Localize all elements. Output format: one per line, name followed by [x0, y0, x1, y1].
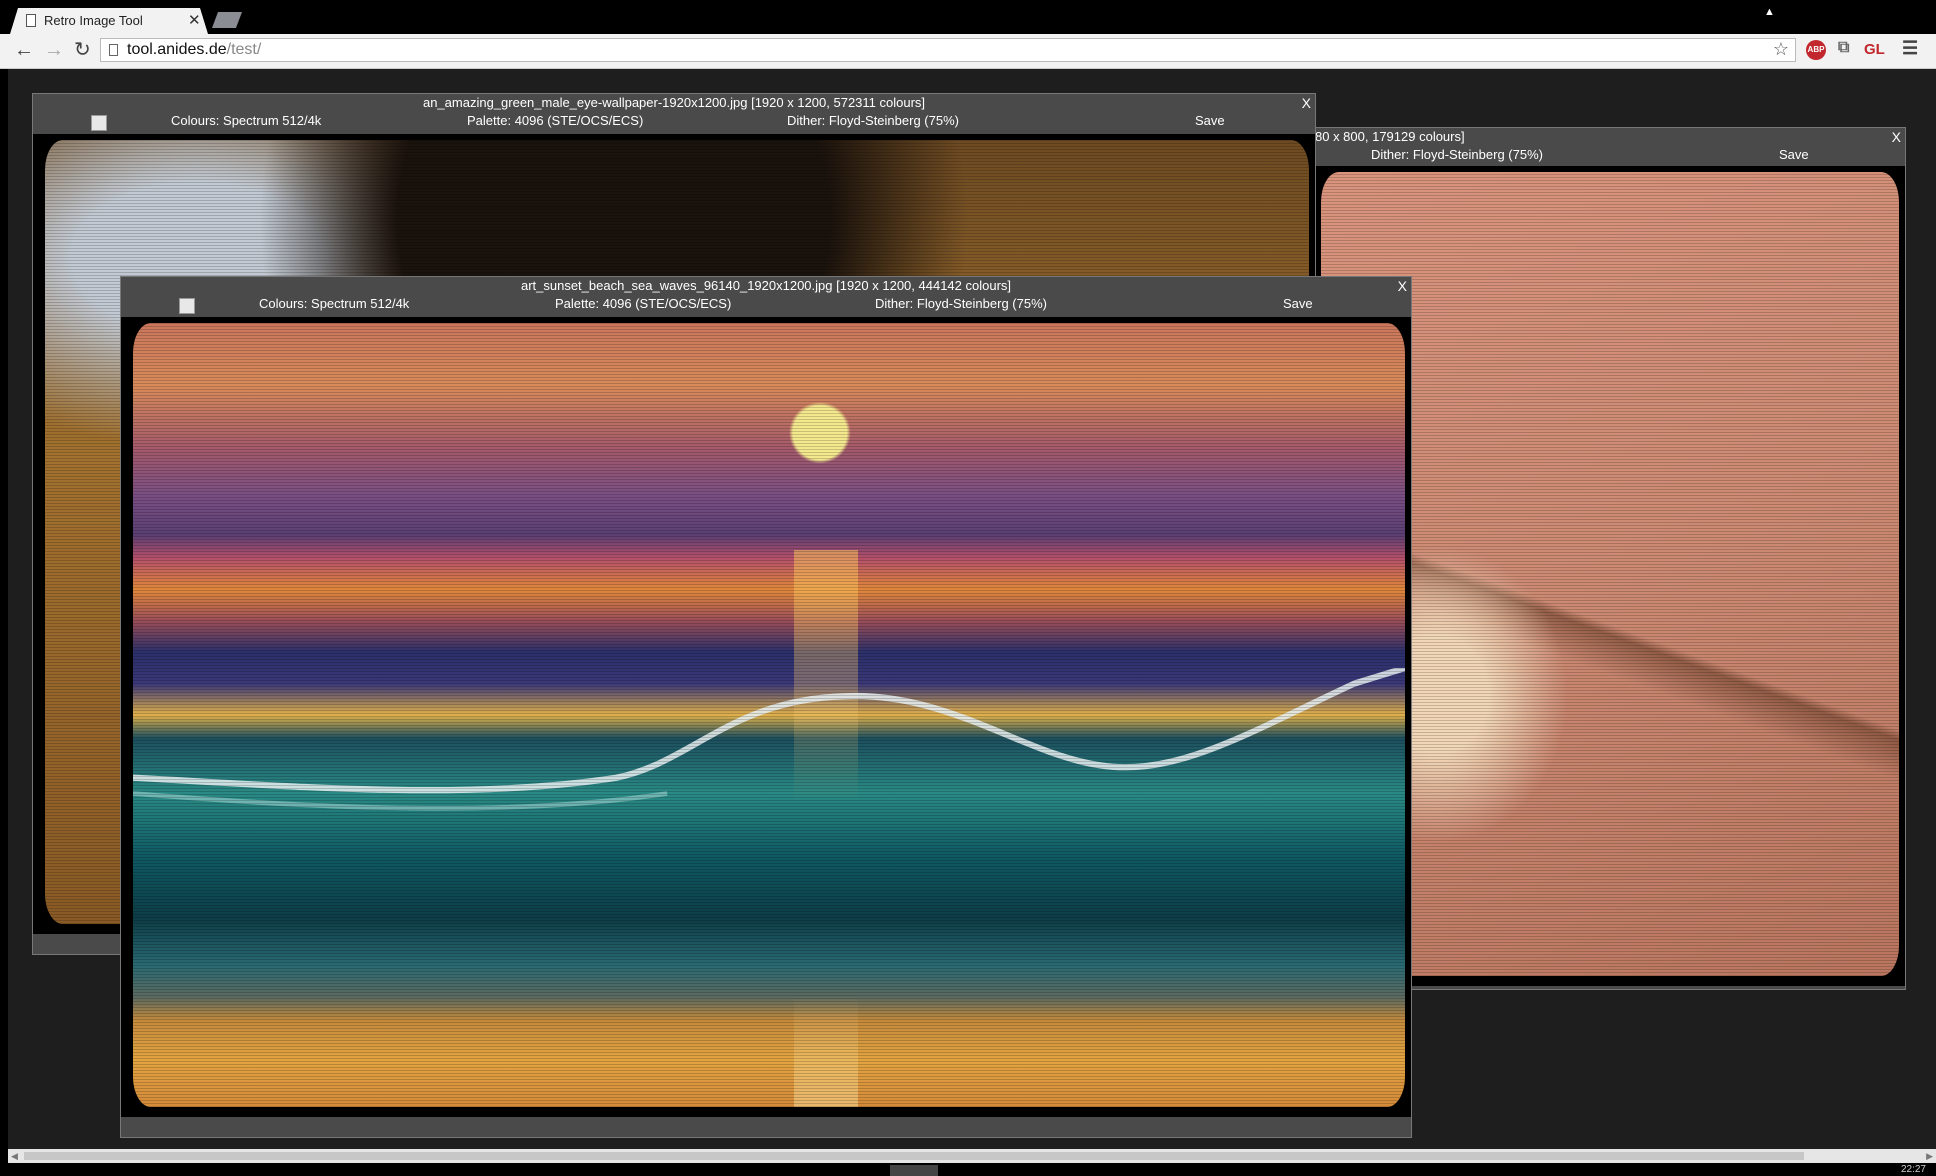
browser-tab[interactable]: Retro Image Tool ✕	[10, 8, 208, 34]
taskbar-item[interactable]	[890, 1165, 938, 1176]
gl-extension-icon[interactable]: GL	[1864, 41, 1885, 58]
window-close-button[interactable]: X	[1892, 128, 1901, 146]
window-close-button[interactable]: X	[1398, 277, 1407, 295]
address-bar[interactable]: tool.anides.de/test/ ☆	[100, 38, 1796, 62]
window-title: an_amazing_green_male_eye-wallpaper-1920…	[422, 95, 926, 110]
tab-title: Retro Image Tool	[44, 13, 143, 28]
dither-select[interactable]: Dither: Floyd-Steinberg (75%)	[1371, 146, 1543, 164]
clock: 22:27	[1900, 1164, 1926, 1175]
page-icon	[109, 44, 118, 56]
scrollbar-thumb[interactable]	[24, 1152, 1804, 1160]
dither-select[interactable]: Dither: Floyd-Steinberg (75%)	[875, 295, 1047, 313]
page-content: 80 x 800, 179129 colours] X Dither: Floy…	[8, 69, 1936, 1157]
colours-select[interactable]: Colours: Spectrum 512/4k	[259, 295, 409, 313]
bookmark-star-icon[interactable]: ☆	[1773, 39, 1789, 60]
palette-select[interactable]: Palette: 4096 (STE/OCS/ECS)	[467, 112, 643, 130]
taskbar: 22:27	[0, 1163, 1936, 1176]
menu-icon[interactable]: ☰	[1902, 38, 1918, 59]
palette-select[interactable]: Palette: 4096 (STE/OCS/ECS)	[555, 295, 731, 313]
reload-icon[interactable]: ↻	[74, 39, 91, 61]
image-canvas	[121, 317, 1411, 1117]
new-tab-button[interactable]	[212, 12, 242, 28]
url-text[interactable]: tool.anides.de/test/	[127, 41, 261, 59]
sunset-image	[133, 323, 1405, 1107]
window-title: 80 x 800, 179129 colours]	[1315, 129, 1465, 144]
tab-strip: Retro Image Tool ✕ ▲	[0, 0, 1936, 34]
adblock-icon[interactable]: ABP	[1806, 40, 1826, 60]
save-button[interactable]: Save	[1283, 295, 1313, 313]
back-icon[interactable]: ←	[14, 39, 34, 61]
page-icon	[26, 14, 36, 27]
scroll-left-icon[interactable]: ◀	[11, 1149, 18, 1163]
save-button[interactable]: Save	[1195, 112, 1225, 130]
options-checkbox[interactable]	[91, 115, 107, 131]
profile-icon[interactable]: ▲	[1764, 6, 1775, 18]
tab-close-icon[interactable]: ✕	[188, 11, 201, 29]
scroll-right-icon[interactable]: ▶	[1926, 1149, 1933, 1163]
window-title: art_sunset_beach_sea_waves_96140_1920x12…	[520, 278, 1012, 293]
browser-toolbar: ← → ↻ tool.anides.de/test/ ☆ ABP ⧉ GL ☰	[0, 34, 1936, 69]
horizontal-scrollbar[interactable]: ◀ ▶	[8, 1149, 1936, 1163]
window-close-button[interactable]: X	[1302, 94, 1311, 112]
image-window-sunset[interactable]: art_sunset_beach_sea_waves_96140_1920x12…	[120, 276, 1412, 1138]
options-checkbox[interactable]	[179, 298, 195, 314]
extension-icon[interactable]: ⧉	[1838, 39, 1849, 57]
dither-select[interactable]: Dither: Floyd-Steinberg (75%)	[787, 112, 959, 130]
forward-icon[interactable]: →	[44, 39, 64, 61]
colours-select[interactable]: Colours: Spectrum 512/4k	[171, 112, 321, 130]
save-button[interactable]: Save	[1779, 146, 1809, 164]
